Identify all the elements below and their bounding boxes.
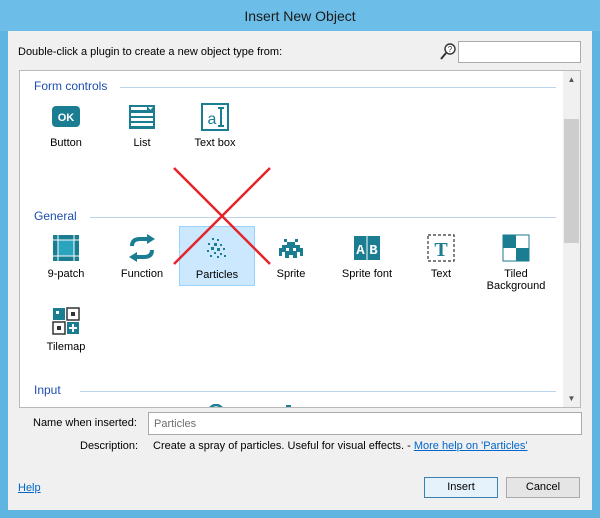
object-item-button[interactable]: OK Button	[28, 95, 104, 155]
svg-text:?: ?	[448, 45, 453, 54]
scroll-up-arrow-icon[interactable]: ▲	[563, 71, 580, 88]
textbox-icon: a	[201, 103, 229, 131]
tiled-background-icon	[502, 234, 530, 262]
instruction-text: Double-click a plugin to create a new ob…	[18, 46, 283, 58]
object-item-label: List	[133, 137, 151, 149]
svg-text:OK: OK	[58, 112, 75, 124]
object-item-sprite-font[interactable]: A B Sprite font	[329, 226, 405, 286]
group-header-form-controls: Form controls	[34, 79, 108, 93]
title-bar[interactable]: Insert New Object	[0, 0, 600, 31]
scroll-thumb[interactable]	[564, 119, 579, 243]
object-item-label: 9-patch	[47, 268, 85, 280]
object-item-list[interactable]: List	[104, 95, 180, 155]
svg-text:T: T	[434, 239, 448, 261]
touch-hand-icon	[286, 405, 291, 407]
search-help-icon[interactable]: ?	[440, 43, 456, 61]
object-item-9-patch[interactable]: 9-patch	[28, 226, 104, 286]
object-item-label: Particles	[195, 269, 239, 281]
svg-text:a: a	[208, 111, 217, 128]
object-item-mouse[interactable]	[178, 396, 254, 407]
object-item-gamepad[interactable]	[28, 396, 104, 408]
window-title: Insert New Object	[244, 8, 356, 24]
description-label: Description:	[80, 440, 139, 452]
list-icon	[129, 105, 155, 129]
group-header-general: General	[34, 209, 77, 223]
object-item-label: Tilemap	[46, 341, 86, 353]
scroll-down-arrow-icon[interactable]: ▼	[563, 390, 580, 407]
sprite-invader-icon	[279, 239, 303, 258]
search-input[interactable]	[458, 41, 581, 63]
gamepad-icon	[52, 404, 80, 408]
description-text: Create a spray of particles. Useful for …	[153, 440, 528, 452]
dialog-window: Insert New Object Double-click a plugin …	[0, 0, 600, 518]
group-divider	[80, 391, 556, 392]
function-icon	[129, 234, 155, 262]
object-item-label: Sprite	[276, 268, 306, 280]
mouse-icon	[209, 404, 223, 407]
object-list[interactable]: Form controls OK Button List a Text box …	[19, 70, 581, 408]
name-when-inserted-label: Name when inserted:	[33, 417, 137, 429]
object-item-label: Text	[430, 268, 452, 280]
name-when-inserted-input[interactable]	[148, 412, 582, 435]
group-divider	[90, 217, 556, 218]
object-item-label: Sprite font	[341, 268, 393, 280]
description-body: Create a spray of particles. Useful for …	[153, 440, 414, 452]
help-link[interactable]: Help	[18, 482, 41, 494]
object-item-sprite[interactable]: Sprite	[253, 226, 329, 286]
keyboard-icon	[128, 404, 156, 408]
object-item-function[interactable]: Function	[104, 226, 180, 286]
button-ok-icon: OK	[52, 106, 80, 127]
object-item-label: Button	[50, 137, 82, 149]
vertical-scrollbar[interactable]: ▲ ▼	[563, 71, 580, 407]
svg-text:B: B	[369, 243, 378, 259]
text-t-icon: T	[427, 234, 455, 262]
object-item-label: Tiled Background	[486, 268, 546, 292]
object-item-tilemap[interactable]: Tilemap	[28, 299, 104, 359]
tilemap-icon	[52, 307, 80, 335]
object-item-particles[interactable]: Particles	[179, 226, 255, 286]
object-item-text-box[interactable]: a Text box	[177, 95, 253, 155]
object-item-tiled-background[interactable]: Tiled Background	[478, 226, 554, 298]
object-item-label: Text box	[194, 137, 236, 149]
group-header-input: Input	[34, 383, 61, 397]
object-item-touch[interactable]	[253, 396, 329, 407]
group-divider	[120, 87, 556, 88]
object-item-text[interactable]: T Text	[403, 226, 479, 286]
cancel-button[interactable]: Cancel	[506, 477, 580, 498]
object-item-label: Function	[120, 268, 164, 280]
svg-text:A: A	[356, 243, 365, 259]
dialog-body: Double-click a plugin to create a new ob…	[8, 31, 592, 510]
insert-button[interactable]: Insert	[424, 477, 498, 498]
more-help-link[interactable]: More help on 'Particles'	[414, 440, 528, 452]
particles-icon	[207, 238, 226, 258]
ninepatch-icon	[53, 235, 79, 261]
object-item-keyboard[interactable]	[104, 396, 180, 408]
sprite-font-icon: A B	[354, 236, 380, 260]
